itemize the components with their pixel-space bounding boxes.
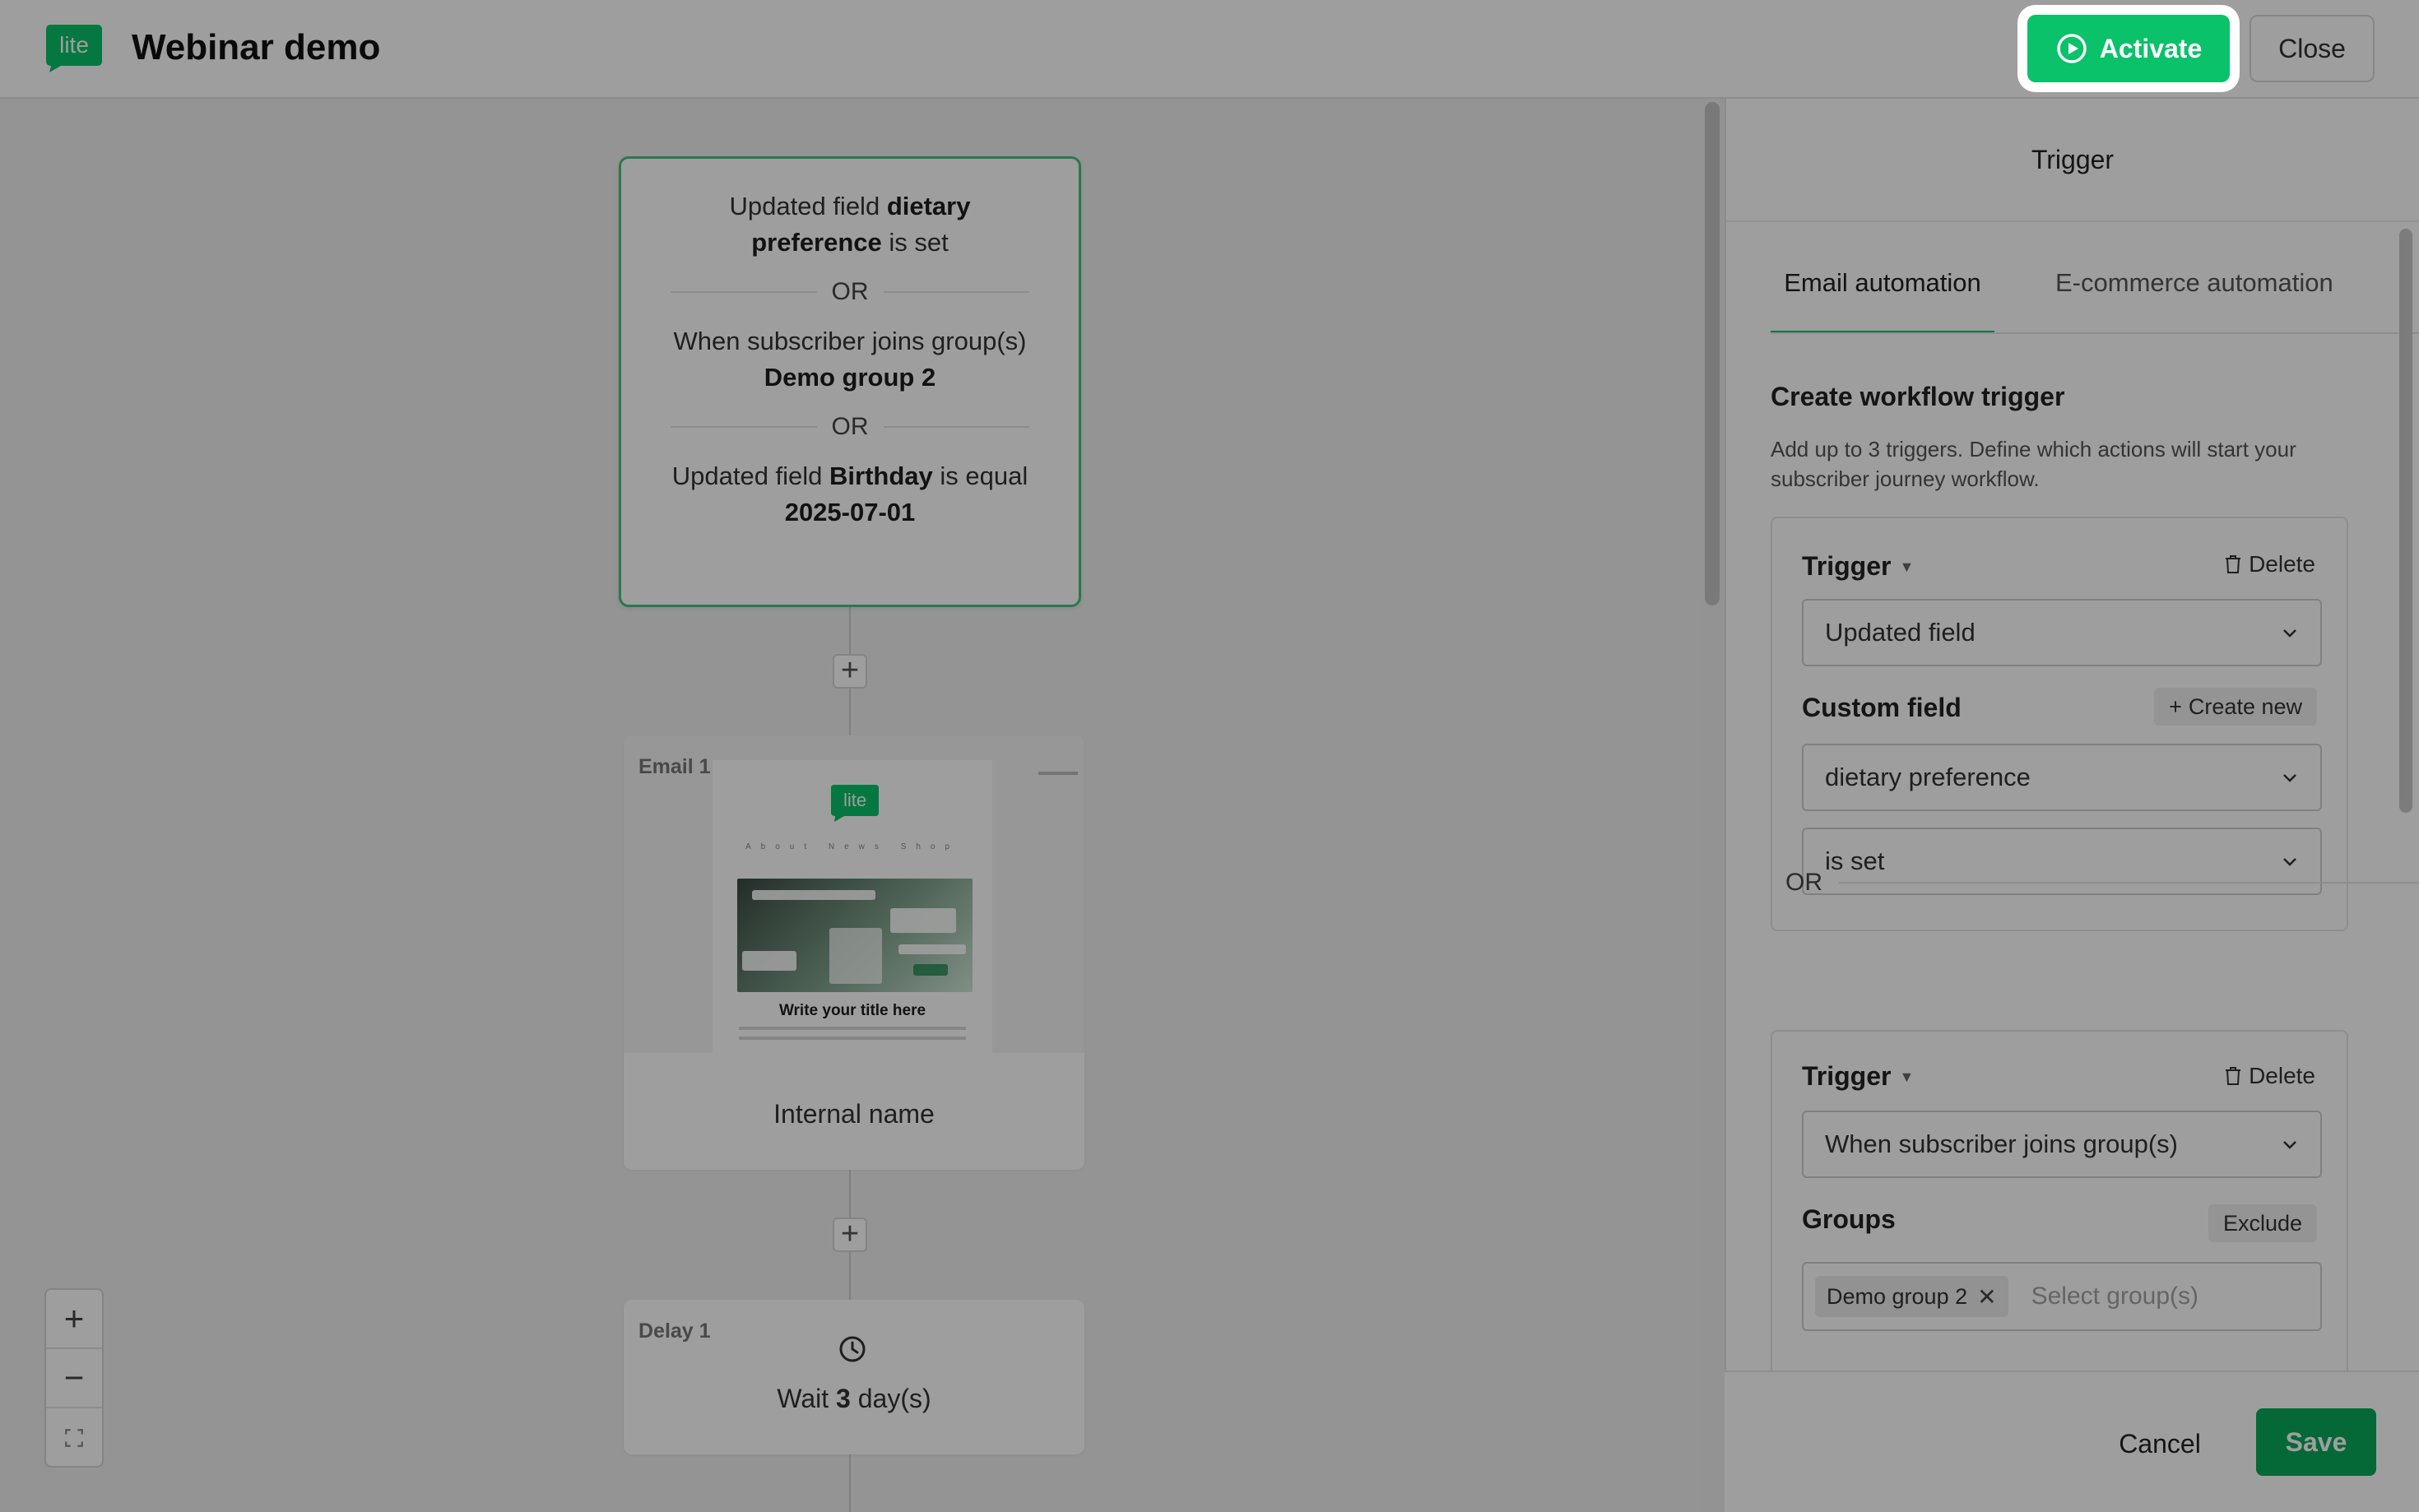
caret-down-icon: ▼ bbox=[1899, 559, 1915, 575]
delay-duration: Wait 3 day(s) bbox=[777, 1384, 931, 1413]
email-preview-body-line bbox=[739, 1027, 966, 1030]
trigger-node[interactable]: Updated field dietary preference is set … bbox=[619, 156, 1081, 607]
email-preview-title: Write your title here bbox=[778, 1002, 926, 1019]
groups-select[interactable]: Demo group 2 ✕ Select group(s) bbox=[1802, 1262, 2322, 1331]
trash-icon bbox=[2226, 1067, 2241, 1085]
automation-tabs: Email automation E-commerce automation bbox=[1771, 255, 2419, 334]
plus-icon: + bbox=[2169, 693, 2182, 719]
groups-label: Groups bbox=[1802, 1204, 1896, 1234]
trigger-dropdown-label[interactable]: Trigger ▼ bbox=[1802, 551, 1914, 582]
email-preview-document: lite About News Shop Write your title he… bbox=[713, 760, 1078, 1053]
delay-node[interactable]: Delay 1 bbox=[624, 1300, 1084, 1454]
email-preview-body-line bbox=[739, 1037, 966, 1040]
email-node[interactable]: lite About News Shop Write your title he… bbox=[624, 735, 1084, 1170]
email-node-tag: Email 1 bbox=[638, 755, 711, 778]
chevron-down-icon bbox=[2283, 774, 2296, 782]
connector-line bbox=[849, 1454, 851, 1512]
workflow-title: Webinar demo bbox=[132, 27, 381, 67]
tab-email-automation[interactable]: Email automation bbox=[1771, 255, 1994, 332]
trigger-box-2: Trigger ▼ Delete When subscriber joins gr… bbox=[1771, 1030, 2348, 1375]
chevron-down-icon bbox=[2283, 1141, 2296, 1149]
email-preview: lite About News Shop Write your title he… bbox=[624, 735, 1084, 1053]
caret-down-icon: ▼ bbox=[1899, 1069, 1915, 1085]
or-separator: OR bbox=[1785, 869, 2419, 897]
email-preview-hero-image bbox=[737, 879, 973, 992]
group-chip: Demo group 2 ✕ bbox=[1815, 1276, 2008, 1317]
mailerlite-logo-icon: lite bbox=[831, 785, 879, 822]
delete-trigger-button[interactable]: Delete bbox=[2224, 551, 2315, 577]
email-preview-nav: About News Shop bbox=[745, 842, 960, 851]
save-button[interactable]: Save bbox=[2256, 1408, 2376, 1476]
section-title: Create workflow trigger bbox=[1771, 382, 2065, 411]
create-new-field-button[interactable]: + Create new bbox=[2154, 688, 2317, 726]
trigger-type-select[interactable]: When subscriber joins group(s) bbox=[1802, 1111, 2322, 1178]
custom-field-label: Custom field bbox=[1802, 693, 1962, 722]
zoom-in-button[interactable]: + bbox=[46, 1290, 102, 1349]
chevron-down-icon bbox=[2283, 629, 2296, 638]
groups-placeholder: Select group(s) bbox=[2031, 1282, 2199, 1310]
activate-label: Activate bbox=[2099, 33, 2203, 63]
delete-trigger-button[interactable]: Delete bbox=[2224, 1063, 2315, 1089]
activate-button[interactable]: Activate bbox=[2027, 15, 2230, 82]
fit-screen-icon bbox=[65, 1429, 83, 1447]
trigger-condition: Updated field Birthday is equal 2025-07-… bbox=[671, 461, 1028, 526]
play-circle-icon bbox=[2057, 34, 2087, 63]
zoom-out-button[interactable]: − bbox=[46, 1349, 102, 1408]
trigger-side-panel: Trigger Email automation E-commerce auto… bbox=[1725, 99, 2419, 1512]
or-separator: OR bbox=[671, 409, 1029, 445]
trigger-condition: Updated field dietary preference is set bbox=[729, 192, 971, 257]
remove-chip-icon[interactable]: ✕ bbox=[1977, 1283, 1996, 1310]
trigger-dropdown-label[interactable]: Trigger ▼ bbox=[1802, 1061, 1914, 1092]
or-separator: OR bbox=[671, 274, 1029, 310]
custom-field-select[interactable]: dietary preference bbox=[1802, 744, 2322, 811]
clock-icon bbox=[839, 1336, 866, 1362]
tab-ecommerce-automation[interactable]: E-commerce automation bbox=[2055, 255, 2333, 332]
trash-icon bbox=[2226, 555, 2241, 573]
section-description: Add up to 3 triggers. Define which actio… bbox=[1771, 437, 2296, 491]
delay-node-tag: Delay 1 bbox=[638, 1320, 711, 1343]
trigger-type-select[interactable]: Updated field bbox=[1802, 599, 2322, 666]
close-button[interactable]: Close bbox=[2250, 15, 2375, 82]
zoom-controls: + − bbox=[44, 1288, 104, 1468]
cancel-button[interactable]: Cancel bbox=[2090, 1410, 2230, 1477]
email-internal-name: Internal name bbox=[773, 1099, 935, 1129]
panel-scrollbar[interactable] bbox=[2399, 229, 2412, 813]
fit-screen-button[interactable] bbox=[46, 1408, 102, 1466]
trigger-condition: When subscriber joins group(s) Demo grou… bbox=[673, 327, 1027, 392]
panel-title: Trigger bbox=[1726, 99, 2419, 222]
add-step-button[interactable]: + bbox=[833, 654, 867, 689]
view-in-browser-link bbox=[1038, 772, 1078, 775]
exclude-button[interactable]: Exclude bbox=[2208, 1204, 2317, 1242]
svg-text:lite: lite bbox=[843, 790, 866, 810]
add-step-button[interactable]: + bbox=[833, 1217, 867, 1252]
mailerlite-logo-icon: lite bbox=[46, 25, 102, 72]
chevron-down-icon bbox=[2283, 858, 2296, 866]
svg-text:lite: lite bbox=[59, 32, 89, 58]
canvas-scrollbar[interactable] bbox=[1705, 102, 1720, 605]
